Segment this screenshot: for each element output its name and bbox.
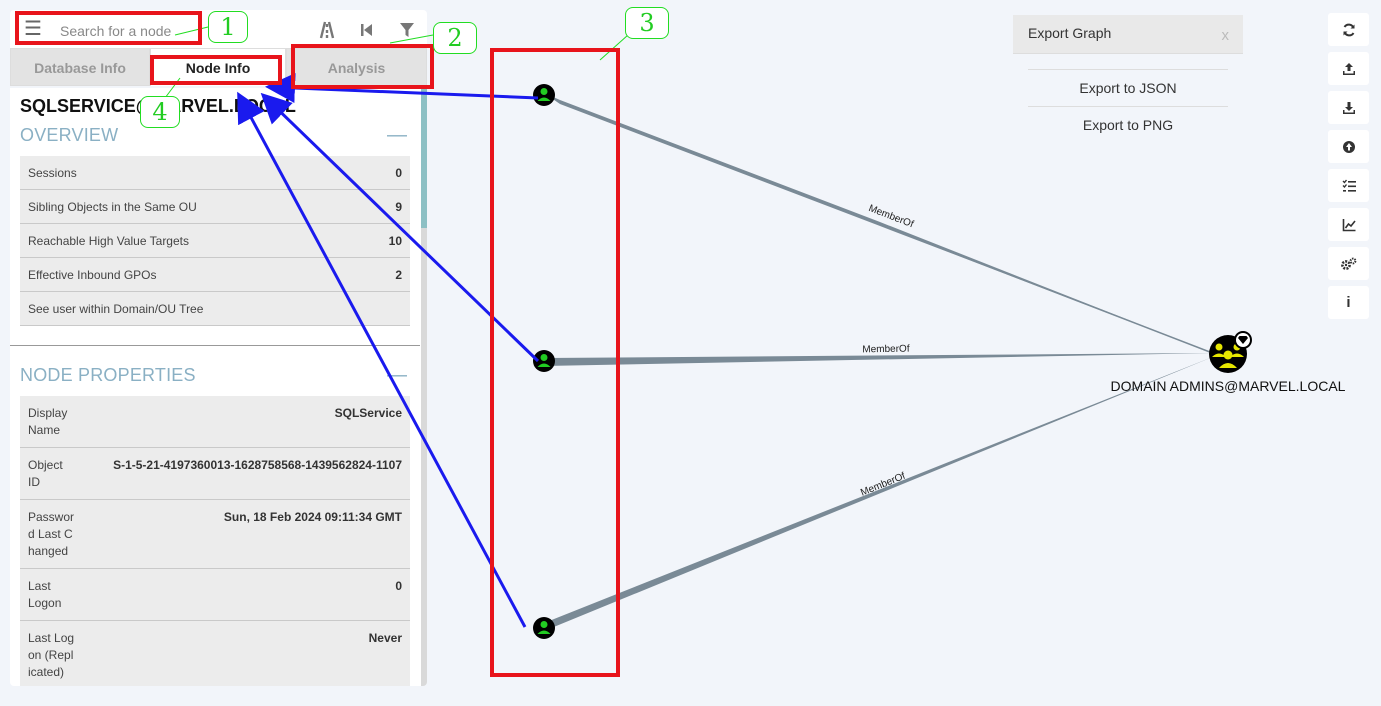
row-label: Effective Inbound GPOs	[20, 257, 359, 292]
tab-database-info[interactable]: Database Info	[10, 48, 150, 86]
pathfinding-road-icon[interactable]	[318, 21, 336, 39]
annotation-box-analysis	[291, 44, 434, 89]
info-icon: i	[1346, 294, 1351, 311]
edge-label: MemberOf	[867, 203, 915, 230]
callout-2: 2	[433, 22, 477, 54]
overview-row-ou-tree[interactable]: See user within Domain/OU Tree	[20, 291, 410, 326]
scrollbar-thumb[interactable]	[421, 88, 427, 228]
node-properties-title: NODE PROPERTIES	[20, 365, 196, 385]
row-value	[358, 291, 410, 326]
row-value: 0	[358, 156, 410, 190]
export-png-button[interactable]: Export to PNG	[1028, 106, 1228, 143]
edge-memberof-3	[544, 356, 1215, 631]
annotation-box-user-nodes	[490, 48, 620, 677]
queries-button[interactable]	[1328, 169, 1369, 202]
filter-icon[interactable]	[398, 21, 416, 39]
row-value: 10	[358, 223, 410, 258]
stats-button[interactable]	[1328, 208, 1369, 241]
annotation-box-node-info	[150, 55, 282, 85]
export-header: Export Graph x	[1013, 15, 1243, 54]
property-row-object-id: Object ID S-1-5-21-4197360013-1628758568…	[20, 447, 410, 500]
overview-row-reachable-hvt[interactable]: Reachable High Value Targets 10	[20, 223, 410, 258]
overview-row-sibling-objects[interactable]: Sibling Objects in the Same OU 9	[20, 189, 410, 224]
property-row-password-last-changed: Password Last Changed Sun, 18 Feb 2024 0…	[20, 499, 410, 569]
edge-memberof-2	[544, 353, 1215, 366]
overview-row-sessions[interactable]: Sessions 0	[20, 156, 410, 190]
property-row-last-logon: Last Logon 0	[20, 568, 410, 621]
download-icon	[1342, 99, 1356, 116]
import-icon	[1342, 138, 1356, 155]
property-label: Password Last Changed	[20, 499, 84, 569]
overview-title: OVERVIEW	[20, 125, 119, 145]
settings-button[interactable]	[1328, 247, 1369, 280]
collapse-overview-icon[interactable]: —	[387, 124, 407, 147]
row-label: Sibling Objects in the Same OU	[20, 189, 359, 224]
overview-row-inbound-gpos[interactable]: Effective Inbound GPOs 2	[20, 257, 410, 292]
property-value: Sun, 18 Feb 2024 09:11:34 GMT	[84, 499, 410, 569]
callout-4: 4	[140, 96, 180, 128]
collapse-properties-icon[interactable]: —	[387, 364, 407, 387]
upload-icon	[1342, 60, 1356, 77]
callout-3: 3	[625, 7, 669, 39]
group-node-domain-admins[interactable]	[1209, 331, 1252, 373]
property-row-display-name: Display Name SQLService	[20, 396, 410, 448]
stats-icon	[1342, 216, 1356, 233]
annotation-box-search	[15, 11, 202, 45]
export-json-button[interactable]: Export to JSON	[1028, 69, 1228, 106]
queries-icon	[1342, 177, 1356, 194]
back-icon[interactable]	[358, 21, 376, 39]
close-icon[interactable]: x	[1222, 27, 1230, 44]
row-value: 9	[358, 189, 410, 224]
export-graph-panel: Export Graph x Export to JSON Export to …	[1013, 15, 1243, 145]
row-label: Reachable High Value Targets	[20, 223, 359, 258]
property-label: Object ID	[20, 447, 84, 500]
refresh-icon	[1342, 21, 1356, 38]
callout-1: 1	[208, 11, 248, 43]
row-value: 2	[358, 257, 410, 292]
settings-icon	[1340, 255, 1357, 272]
property-value: Never	[84, 620, 410, 686]
download-button[interactable]	[1328, 91, 1369, 124]
property-value: 0	[84, 568, 410, 621]
export-title: Export Graph	[1028, 25, 1112, 41]
property-label: Last Logon (Replicated)	[20, 620, 84, 686]
property-label: Last Logon	[20, 568, 84, 621]
edge-label: MemberOf	[859, 471, 907, 499]
edge-label: MemberOf	[862, 344, 910, 356]
node-properties-table: Display Name SQLService Object ID S-1-5-…	[20, 396, 410, 686]
node-info-panel: SQLSERVICE@MARVEL.LOCAL OVERVIEW — Sessi…	[10, 88, 427, 686]
section-divider	[10, 345, 420, 346]
property-label: Display Name	[20, 396, 84, 448]
property-value: S-1-5-21-4197360013-1628758568-143956282…	[84, 447, 410, 500]
info-button[interactable]: i	[1328, 286, 1369, 319]
scrollbar[interactable]	[421, 88, 427, 686]
upload-button[interactable]	[1328, 52, 1369, 85]
group-node-label: DOMAIN ADMINS@MARVEL.LOCAL	[1111, 378, 1346, 394]
import-button[interactable]	[1328, 130, 1369, 163]
property-row-last-logon-replicated: Last Logon (Replicated) Never	[20, 620, 410, 686]
property-value: SQLService	[84, 396, 410, 448]
overview-table: Sessions 0 Sibling Objects in the Same O…	[20, 156, 410, 326]
row-label: Sessions	[20, 156, 359, 190]
refresh-button[interactable]	[1328, 13, 1369, 46]
row-label: See user within Domain/OU Tree	[20, 291, 359, 326]
